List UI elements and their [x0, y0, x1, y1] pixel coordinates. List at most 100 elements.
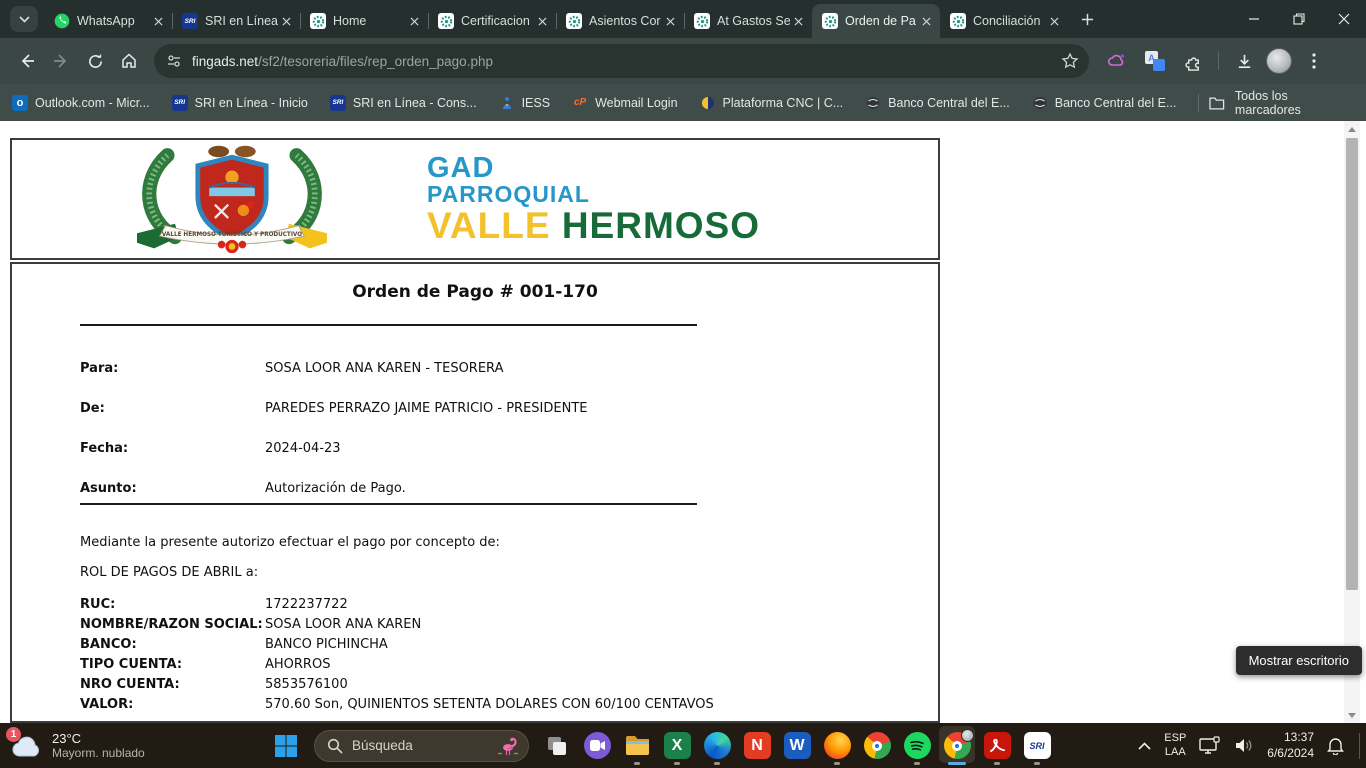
new-tab-button[interactable]: [1074, 6, 1100, 32]
tab-sri-en-linea[interactable]: SRI SRI en Línea: [172, 4, 300, 38]
taskbar-app-sri[interactable]: SRI: [1017, 723, 1057, 768]
bookmark-sri-consultas[interactable]: SRI SRI en Línea - Cons...: [330, 95, 477, 111]
tab-close-icon[interactable]: [790, 13, 806, 29]
tab-close-icon[interactable]: [918, 13, 934, 29]
tab-close-icon[interactable]: [150, 13, 166, 29]
back-button[interactable]: [10, 44, 44, 78]
show-desktop-strip[interactable]: [1359, 733, 1360, 759]
detail-label-nombre: NOMBRE/RAZON SOCIAL:: [80, 617, 263, 632]
address-bar[interactable]: fingads.net/sf2/tesoreria/files/rep_orde…: [154, 44, 1089, 78]
concept-paragraph: ROL DE PAGOS DE ABRIL a:: [80, 565, 258, 580]
logo-line-gad: GAD: [427, 154, 760, 184]
profile-avatar[interactable]: [1266, 48, 1292, 74]
scrollbar-thumb[interactable]: [1346, 138, 1358, 590]
taskbar-search[interactable]: Búsqueda: [314, 730, 529, 762]
taskbar-app-word[interactable]: W: [777, 723, 817, 768]
taskbar-app-excel[interactable]: X: [657, 723, 697, 768]
tab-label: At Gastos Se: [717, 14, 790, 28]
divider: [80, 503, 697, 505]
chrome-icon: [944, 732, 971, 759]
language-line2: LAA: [1164, 746, 1186, 760]
taskbar-app-spotify[interactable]: [897, 723, 937, 768]
bookmark-label: IESS: [522, 96, 551, 110]
weather-temp: 23°C: [52, 731, 145, 746]
close-button[interactable]: [1321, 0, 1366, 38]
bookmark-cnc[interactable]: Plataforma CNC | C...: [700, 95, 844, 111]
field-value-asunto: Autorización de Pago.: [265, 481, 406, 496]
running-indicator: [914, 762, 920, 765]
reload-button[interactable]: [78, 44, 112, 78]
bookmark-bce-2[interactable]: Banco Central del E...: [1032, 95, 1177, 111]
tab-whatsapp[interactable]: WhatsApp: [44, 4, 172, 38]
tray-chevron-up-icon[interactable]: [1138, 742, 1151, 750]
scroll-up-arrow[interactable]: [1344, 121, 1360, 137]
taskbar-app-acrobat[interactable]: [977, 723, 1017, 768]
tray-time: 13:37: [1267, 730, 1314, 746]
bookmark-label: Outlook.com - Micr...: [35, 96, 150, 110]
detail-value-ruc: 1722237722: [265, 597, 348, 612]
firefox-icon: [824, 732, 851, 759]
whatsapp-icon: [54, 13, 70, 29]
running-indicator-active: [948, 762, 966, 765]
minimize-button[interactable]: [1231, 0, 1276, 38]
running-indicator: [674, 762, 680, 765]
close-icon: [1338, 13, 1350, 25]
language-indicator[interactable]: ESP LAA: [1164, 732, 1186, 760]
display-cast-icon[interactable]: [1199, 736, 1221, 756]
running-indicator: [834, 762, 840, 765]
restore-button[interactable]: [1276, 0, 1321, 38]
tab-conciliacion[interactable]: Conciliación: [940, 4, 1068, 38]
speaker-icon[interactable]: [1234, 737, 1254, 754]
taskbar-app-firefox[interactable]: [817, 723, 857, 768]
sri-app-icon: SRI: [1024, 732, 1051, 759]
forward-button[interactable]: [44, 44, 78, 78]
windows-logo-icon: [274, 734, 298, 758]
translate-extension-icon[interactable]: A: [1139, 45, 1171, 77]
tab-close-icon[interactable]: [662, 13, 678, 29]
extensions-puzzle-icon[interactable]: [1177, 45, 1209, 77]
taskbar-app-video-call[interactable]: [577, 723, 617, 768]
tray-date: 6/6/2024: [1267, 746, 1314, 762]
bookmark-outlook[interactable]: o Outlook.com - Micr...: [12, 95, 150, 111]
document-logo-box: VALLE HERMOSO TURÍSTICO Y PRODUCTIVO GAD…: [10, 138, 940, 260]
taskbar-app-nitro-pdf[interactable]: N: [737, 723, 777, 768]
tab-certificaciones[interactable]: Certificacion: [428, 4, 556, 38]
tab-close-icon[interactable]: [534, 13, 550, 29]
scroll-down-arrow[interactable]: [1344, 707, 1360, 723]
all-bookmarks[interactable]: Todos los marcadores: [1198, 89, 1354, 117]
forward-icon: [52, 52, 70, 70]
running-indicator: [634, 762, 640, 765]
site-settings-icon: [166, 53, 182, 69]
notifications-bell-icon[interactable]: [1327, 736, 1344, 755]
tab-close-icon[interactable]: [406, 13, 422, 29]
tab-orden-de-pago[interactable]: Orden de Pa: [812, 4, 940, 38]
browser-menu-button[interactable]: [1298, 45, 1330, 77]
weather-extension-icon[interactable]: [1101, 45, 1133, 77]
tab-close-icon[interactable]: [1046, 13, 1062, 29]
weather-widget[interactable]: 1 23°C Mayorm. nublado: [0, 731, 240, 760]
taskbar-app-file-explorer[interactable]: [617, 723, 657, 768]
running-indicator: [714, 762, 720, 765]
task-view-button[interactable]: [537, 723, 577, 768]
bookmark-iess[interactable]: IESS: [499, 95, 551, 111]
bookmark-star-icon[interactable]: [1061, 52, 1079, 70]
taskbar-app-chrome-active[interactable]: [937, 723, 977, 768]
downloads-button[interactable]: [1228, 45, 1260, 77]
tab-close-icon[interactable]: [278, 13, 294, 29]
page-content: VALLE HERMOSO TURÍSTICO Y PRODUCTIVO GAD…: [0, 121, 1366, 723]
tab-search-button[interactable]: [10, 6, 38, 32]
taskbar-app-edge[interactable]: [697, 723, 737, 768]
home-button[interactable]: [112, 44, 146, 78]
tab-home[interactable]: Home: [300, 4, 428, 38]
page-scrollbar[interactable]: [1344, 121, 1360, 723]
bookmark-sri-inicio[interactable]: SRI SRI en Línea - Inicio: [172, 95, 308, 111]
bookmark-webmail[interactable]: cP Webmail Login: [572, 95, 677, 111]
start-button[interactable]: [266, 723, 306, 768]
bookmark-label: Banco Central del E...: [1055, 96, 1177, 110]
field-value-fecha: 2024-04-23: [265, 441, 341, 456]
tab-asientos-contables[interactable]: Asientos Cor: [556, 4, 684, 38]
tab-at-gastos[interactable]: At Gastos Se: [684, 4, 812, 38]
clock[interactable]: 13:37 6/6/2024: [1267, 730, 1314, 761]
taskbar-app-chrome[interactable]: [857, 723, 897, 768]
bookmark-bce-1[interactable]: Banco Central del E...: [865, 95, 1010, 111]
